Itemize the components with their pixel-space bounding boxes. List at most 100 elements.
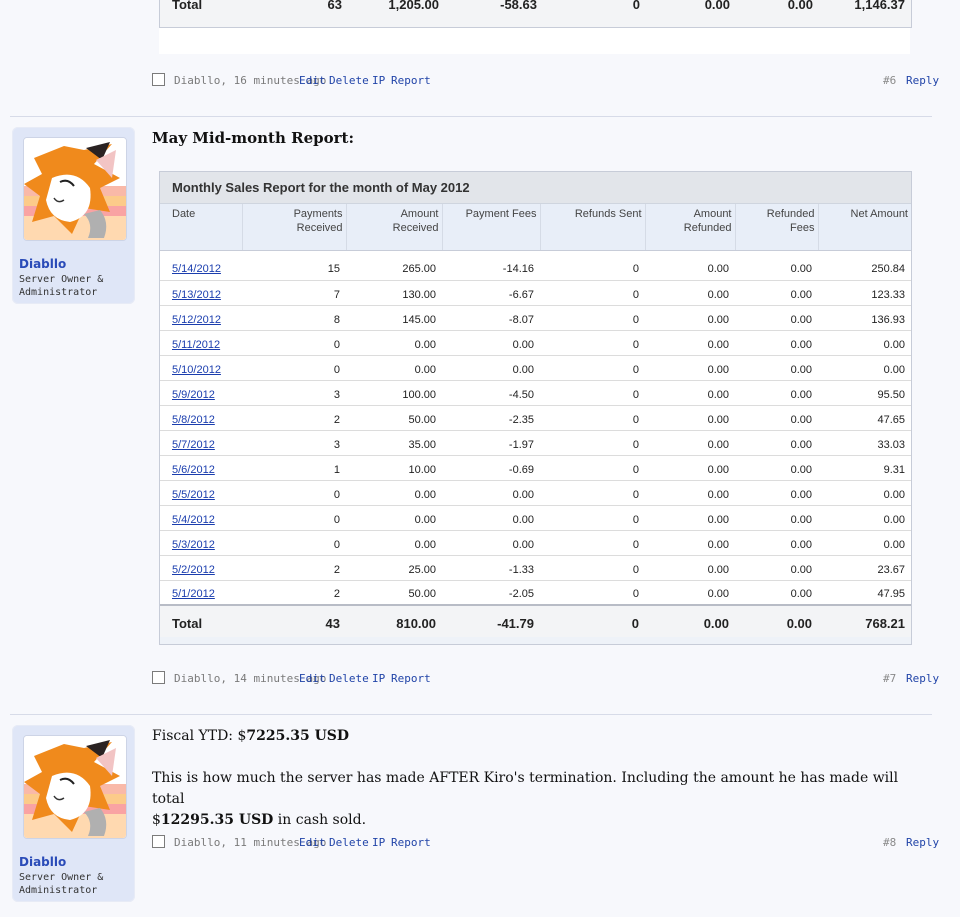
table-row: 5/6/2012 1 10.00 -0.69 0 0.00 0.00 9.31 — [160, 455, 911, 481]
value-cell: 0.00 — [735, 455, 818, 481]
report-bottom-padding — [159, 28, 910, 54]
date-cell: 5/13/2012 — [160, 280, 242, 306]
report-link[interactable]: Report — [391, 836, 431, 849]
total-label: Total — [160, 604, 242, 637]
value-cell: 0.00 — [645, 280, 735, 306]
total-cell: 1,205.00 — [388, 0, 439, 12]
edit-link[interactable]: Edit — [299, 74, 326, 87]
value-cell: 0.00 — [346, 530, 442, 556]
value-cell: 23.67 — [818, 555, 911, 581]
total-cell: 0.00 — [735, 604, 818, 637]
table-row: 5/7/2012 3 35.00 -1.97 0 0.00 0.00 33.03 — [160, 430, 911, 456]
value-cell: 47.65 — [818, 405, 911, 431]
total-cell: 0 — [632, 0, 640, 12]
user-title: Server Owner & Administrator — [19, 274, 104, 298]
value-cell: 0.00 — [645, 430, 735, 456]
ip-link[interactable]: IP — [372, 672, 385, 685]
reply-link[interactable]: Reply — [906, 672, 939, 685]
post-number[interactable]: #8 — [883, 836, 896, 849]
report-header: Monthly Sales Report for the month of Ma… — [160, 172, 911, 204]
column-header: Amount Received — [346, 204, 443, 251]
value-cell: 265.00 — [346, 255, 442, 281]
date-link[interactable]: 5/4/2012 — [172, 514, 215, 526]
date-link[interactable]: 5/3/2012 — [172, 539, 215, 551]
edit-link[interactable]: Edit — [299, 672, 326, 685]
avatar[interactable] — [23, 735, 127, 839]
value-cell: 0 — [540, 355, 645, 381]
date-link[interactable]: 5/11/2012 — [172, 339, 220, 351]
date-link[interactable]: 5/10/2012 — [172, 364, 221, 376]
value-cell: 0.00 — [735, 505, 818, 531]
username-link[interactable]: Diabllo — [19, 855, 66, 869]
date-link[interactable]: 5/8/2012 — [172, 414, 215, 426]
date-cell: 5/6/2012 — [160, 455, 242, 481]
date-link[interactable]: 5/6/2012 — [172, 464, 215, 476]
forum-thread-page: Total 63 1,205.00 -58.63 0 0.00 0.00 1,1… — [0, 0, 960, 917]
value-cell: 0.00 — [645, 455, 735, 481]
reply-link[interactable]: Reply — [906, 74, 939, 87]
post-divider — [10, 116, 932, 117]
select-post-checkbox[interactable] — [152, 835, 165, 848]
value-cell: 0.00 — [645, 505, 735, 531]
value-cell: 130.00 — [346, 280, 442, 306]
date-cell: 5/14/2012 — [160, 255, 242, 281]
ip-link[interactable]: IP — [372, 836, 385, 849]
date-link[interactable]: 5/13/2012 — [172, 289, 221, 301]
post-divider — [10, 714, 932, 715]
value-cell: 0 — [540, 480, 645, 506]
value-cell: -0.69 — [442, 455, 540, 481]
table-row: 5/5/2012 0 0.00 0.00 0 0.00 0.00 0.00 — [160, 480, 911, 506]
delete-link[interactable]: Delete — [329, 74, 369, 87]
value-cell: 50.00 — [346, 580, 442, 606]
post-meta-8: Diabllo, 11 minutes ago Edit Delete IP R… — [152, 835, 939, 851]
body-line-1: This is how much the server has made AFT… — [152, 770, 899, 807]
reply-link[interactable]: Reply — [906, 836, 939, 849]
select-post-checkbox[interactable] — [152, 671, 165, 684]
delete-link[interactable]: Delete — [329, 836, 369, 849]
column-header: Refunds Sent — [540, 204, 646, 251]
sales-report-table: Monthly Sales Report for the month of Ma… — [159, 171, 912, 645]
value-cell: 0.00 — [346, 355, 442, 381]
date-link[interactable]: 5/1/2012 — [172, 588, 215, 600]
table-header-row: Date Payments Received Amount Received P… — [160, 204, 911, 251]
select-post-checkbox[interactable] — [152, 73, 165, 86]
value-cell: 0 — [540, 330, 645, 356]
value-cell: 0.00 — [735, 355, 818, 381]
value-cell: 0.00 — [735, 280, 818, 306]
ip-link[interactable]: IP — [372, 74, 385, 87]
value-cell: 0.00 — [442, 330, 540, 356]
date-link[interactable]: 5/2/2012 — [172, 564, 215, 576]
post-number[interactable]: #6 — [883, 74, 896, 87]
value-cell: 8 — [242, 305, 346, 331]
value-cell: -1.33 — [442, 555, 540, 581]
date-cell: 5/12/2012 — [160, 305, 242, 331]
date-link[interactable]: 5/5/2012 — [172, 489, 215, 501]
table-row: 5/4/2012 0 0.00 0.00 0 0.00 0.00 0.00 — [160, 505, 911, 531]
date-link[interactable]: 5/7/2012 — [172, 439, 215, 451]
post-number[interactable]: #7 — [883, 672, 896, 685]
date-link[interactable]: 5/12/2012 — [172, 314, 221, 326]
table-row: 5/8/2012 2 50.00 -2.35 0 0.00 0.00 47.65 — [160, 405, 911, 431]
report-link[interactable]: Report — [391, 672, 431, 685]
avatar[interactable] — [23, 137, 127, 241]
value-cell: 0.00 — [346, 480, 442, 506]
total-cell: 810.00 — [346, 604, 442, 637]
delete-link[interactable]: Delete — [329, 672, 369, 685]
edit-link[interactable]: Edit — [299, 836, 326, 849]
value-cell: 0.00 — [645, 330, 735, 356]
avatar-fox-image — [24, 736, 126, 838]
username-link[interactable]: Diabllo — [19, 257, 66, 271]
post-body: This is how much the server has made AFT… — [152, 768, 912, 831]
value-cell: 250.84 — [818, 255, 911, 281]
date-link[interactable]: 5/14/2012 — [172, 263, 221, 275]
value-cell: 0.00 — [818, 330, 911, 356]
date-link[interactable]: 5/9/2012 — [172, 389, 215, 401]
value-cell: 0.00 — [645, 380, 735, 406]
column-header-text: Amount Received — [392, 208, 439, 234]
column-header-text: Amount Refunded — [683, 208, 732, 234]
value-cell: 0.00 — [645, 255, 735, 281]
value-cell: 0 — [540, 380, 645, 406]
table-row: 5/13/2012 7 130.00 -6.67 0 0.00 0.00 123.33 — [160, 280, 911, 306]
value-cell: 0.00 — [645, 480, 735, 506]
report-link[interactable]: Report — [391, 74, 431, 87]
